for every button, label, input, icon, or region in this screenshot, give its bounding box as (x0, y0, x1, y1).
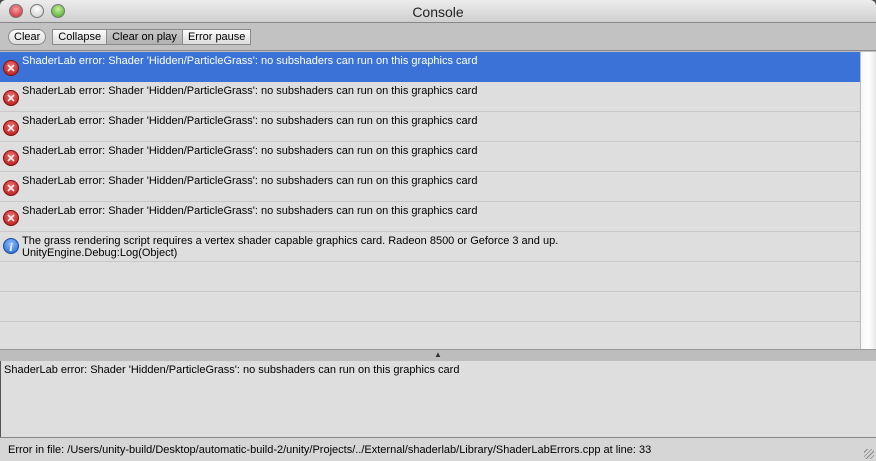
log-message: The grass rendering script requires a ve… (22, 235, 559, 247)
log-entry[interactable]: ✕ ShaderLab error: Shader 'Hidden/Particl… (0, 202, 860, 232)
log-entry[interactable]: i The grass rendering script requires a v… (0, 232, 860, 262)
log-entry[interactable]: ✕ ShaderLab error: Shader 'Hidden/Particl… (0, 112, 860, 142)
console-window: Console Clear Collapse Clear on play Err… (0, 0, 876, 461)
log-message: ShaderLab error: Shader 'Hidden/Particle… (22, 55, 478, 67)
resize-grip[interactable] (864, 449, 874, 459)
log-entry[interactable]: ✕ ShaderLab error: Shader 'Hidden/Particl… (0, 82, 860, 112)
title-bar: Console (0, 0, 876, 23)
info-icon: i (3, 238, 19, 254)
empty-row (0, 292, 860, 322)
detail-pane: ShaderLab error: Shader 'Hidden/Particle… (0, 361, 876, 437)
log-message: ShaderLab error: Shader 'Hidden/Particle… (22, 85, 478, 97)
collapse-toggle[interactable]: Collapse (52, 28, 108, 45)
error-icon: ✕ (3, 180, 19, 196)
error-pause-toggle[interactable]: Error pause (182, 28, 252, 45)
toolbar: Clear Collapse Clear on play Error pause (0, 23, 876, 51)
window-title: Console (412, 4, 464, 20)
log-message: ShaderLab error: Shader 'Hidden/Particle… (22, 205, 478, 217)
log-message: ShaderLab error: Shader 'Hidden/Particle… (22, 115, 478, 127)
empty-row (0, 262, 860, 292)
error-icon: ✕ (3, 210, 19, 226)
clear-button[interactable]: Clear (8, 28, 47, 45)
error-icon: ✕ (3, 150, 19, 166)
error-icon: ✕ (3, 90, 19, 106)
log-entry[interactable]: ✕ ShaderLab error: Shader 'Hidden/Particl… (0, 52, 860, 82)
log-stacktrace: UnityEngine.Debug:Log(Object) (22, 247, 178, 259)
status-bar: Error in file: /Users/unity-build/Deskto… (0, 437, 876, 461)
log-entry[interactable]: ✕ ShaderLab error: Shader 'Hidden/Particl… (0, 172, 860, 202)
log-message: ShaderLab error: Shader 'Hidden/Particle… (22, 145, 478, 157)
clear-on-play-toggle[interactable]: Clear on play (107, 28, 183, 45)
vertical-scrollbar[interactable] (860, 52, 876, 349)
log-entry[interactable]: ✕ ShaderLab error: Shader 'Hidden/Particl… (0, 142, 860, 172)
error-icon: ✕ (3, 60, 19, 76)
status-text: Error in file: /Users/unity-build/Deskto… (8, 444, 652, 456)
split-divider-handle[interactable]: ▲ (0, 349, 876, 361)
error-icon: ✕ (3, 120, 19, 136)
log-message: ShaderLab error: Shader 'Hidden/Particle… (22, 175, 478, 187)
log-list: ✕ ShaderLab error: Shader 'Hidden/Particl… (0, 52, 860, 349)
